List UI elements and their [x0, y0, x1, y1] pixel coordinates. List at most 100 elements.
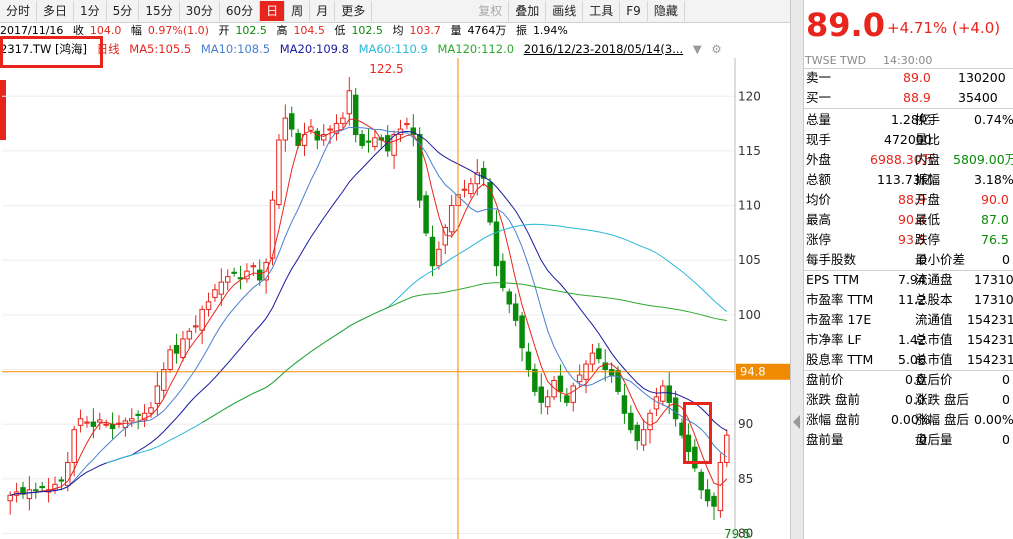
quote-label: 跌停 [915, 232, 941, 247]
quote-label: 流通值 [915, 312, 953, 327]
vol-label: 量 [450, 24, 462, 37]
vol-value: 4764万 [467, 24, 507, 37]
ohlc-info: 2017/11/16 收 104.0 幅 0.97%(1.0) 开 102.5 高 10… [0, 23, 790, 39]
candle [436, 248, 442, 267]
quote-row: 盘前量 0 盘后量 0 [803, 430, 1013, 450]
candle [173, 345, 180, 354]
quote-row: 外盘 6988.30万 内盘 5809.00万 [803, 150, 1013, 170]
quote-label: 现手 [806, 132, 832, 147]
candle [359, 134, 365, 146]
low-annotation: 79.5 [724, 527, 751, 539]
candlestick-chart[interactable]: 8085909510010511011512094.8122.579.5 [0, 58, 790, 539]
quote-row: 每手股数 0 最小价差 0 [803, 250, 1013, 270]
quote-row: 市盈率 TTM 11.2 总股本 17310 [803, 290, 1013, 310]
candle [564, 395, 570, 403]
quote-label: 涨幅 盘前 [806, 412, 860, 427]
high-label: 高 [276, 24, 288, 37]
quote-label: 总市值 [915, 332, 953, 347]
candle [58, 479, 65, 482]
candle [608, 369, 615, 376]
date-range-label[interactable]: 2016/12/23-2018/05/14(3... [524, 42, 683, 56]
quote-label: 总量 [806, 112, 832, 127]
quote-value: 154231 [967, 352, 1013, 367]
bid-row: 买一 88.9 35400 [803, 88, 1013, 108]
collapse-arrow-icon[interactable] [793, 415, 800, 429]
tool-button-5[interactable]: 隐藏 [648, 1, 685, 21]
candle [218, 281, 225, 295]
candle [596, 348, 602, 360]
quote-row: 总额 113.73亿 振幅 3.18% [803, 170, 1013, 190]
bid-vol: 35400 [958, 90, 998, 105]
candle [717, 461, 724, 512]
quote-label: 总股本 [915, 292, 953, 307]
tool-button-1[interactable]: 叠加 [509, 1, 547, 21]
candle [33, 489, 39, 492]
period-tab-9[interactable]: 月 [310, 1, 336, 21]
ma10-label: MA10:108.5 [200, 42, 271, 56]
high-annotation: 122.5 [369, 62, 403, 76]
quote-label: 开盘 [915, 192, 941, 207]
candle [404, 123, 410, 126]
quote-label: 盘前价 [806, 372, 844, 387]
quote-row: 涨跌 盘前 0.0 涨跌 盘后 0 [803, 390, 1013, 410]
y-tick-label: 90 [738, 417, 753, 431]
tool-button-3[interactable]: 工具 [583, 1, 621, 21]
quote-label: 每手股数 [806, 252, 857, 267]
quote-label: 最高 [806, 212, 832, 227]
quote-label: 内盘 [915, 152, 941, 167]
y-tick-label: 100 [738, 308, 761, 322]
period-tab-2[interactable]: 1分 [74, 1, 107, 21]
candle [154, 385, 161, 404]
quote-label: 总市值 [915, 352, 953, 367]
candle [365, 140, 372, 143]
candle [628, 412, 634, 431]
tool-button-2[interactable]: 画线 [546, 1, 584, 21]
tool-button-0[interactable]: 复权 [472, 1, 510, 21]
quote-value: 0 [1002, 432, 1010, 447]
period-tab-0[interactable]: 分时 [0, 1, 38, 21]
candle [576, 374, 583, 383]
range-value: 0.97%(1.0) [147, 24, 209, 37]
quote-value: 0.00% [974, 412, 1013, 427]
quote-value: 0.74% [974, 112, 1013, 127]
period-tab-7[interactable]: 日 [260, 1, 286, 21]
divider [803, 108, 1013, 109]
candle [26, 489, 33, 500]
ma-legend: 2317.TW [鸿海] 日线 MA5:105.5 MA10:108.5 MA2… [0, 40, 790, 58]
quote-label: 市盈率 17E [806, 312, 872, 327]
quote-label: 最低 [915, 212, 941, 227]
tool-button-4[interactable]: F9 [620, 1, 648, 21]
exchange-label: TWSE TWD [805, 54, 867, 67]
period-tab-10[interactable]: 更多 [335, 1, 373, 21]
candle [231, 271, 237, 274]
quote-label: 外盘 [806, 152, 832, 167]
quote-label: 流通盘 [915, 272, 953, 287]
period-tab-4[interactable]: 15分 [139, 1, 180, 21]
candle [180, 338, 186, 359]
ma5-label: MA5:105.5 [129, 42, 192, 56]
candle [103, 423, 109, 426]
candle [525, 351, 532, 371]
settings-icon[interactable]: ⚙ [711, 42, 721, 56]
period-tab-6[interactable]: 60分 [220, 1, 261, 21]
candle [167, 349, 173, 371]
candle [621, 395, 628, 414]
period-tab-8[interactable]: 周 [285, 1, 311, 21]
period-tab-5[interactable]: 30分 [180, 1, 220, 21]
candle [186, 330, 193, 340]
quote-time: 14:30:00 [883, 54, 933, 67]
dropdown-icon[interactable]: ▼ [693, 42, 702, 56]
quote-value: 76.5 [981, 232, 1009, 247]
candle [224, 276, 231, 283]
period-tab-3[interactable]: 5分 [107, 1, 140, 21]
quote-row: EPS TTM 7.94 流通盘 17310 [803, 270, 1013, 290]
quote-row: 最高 90.4 最低 87.0 [803, 210, 1013, 230]
candle [589, 352, 596, 365]
y-tick-label: 85 [738, 472, 753, 486]
period-tab-1[interactable]: 多日 [37, 1, 75, 21]
candle [250, 265, 257, 268]
candle [711, 495, 717, 507]
ma10-line [10, 126, 728, 496]
candle [212, 289, 218, 298]
panel-separator[interactable] [790, 0, 804, 539]
